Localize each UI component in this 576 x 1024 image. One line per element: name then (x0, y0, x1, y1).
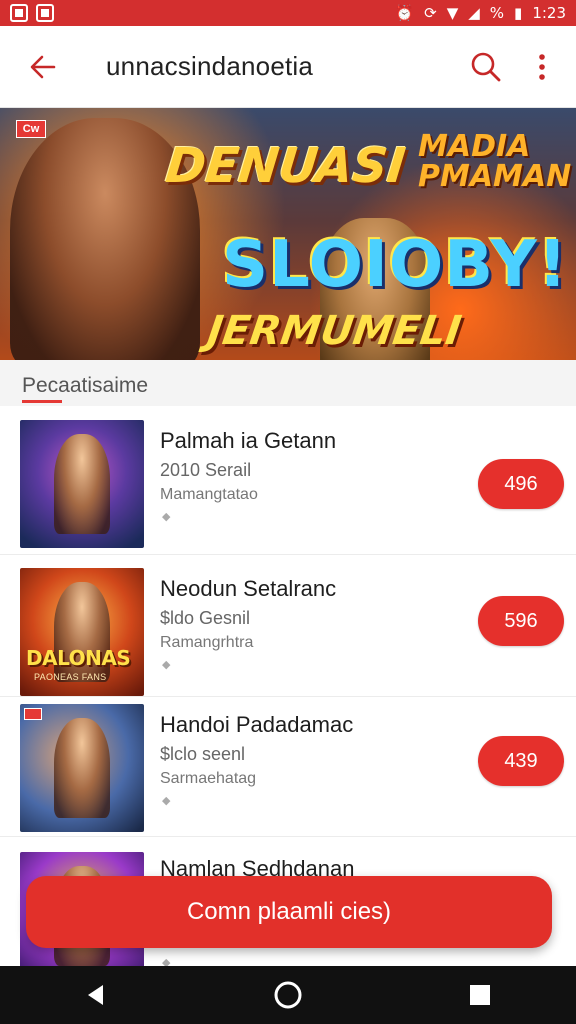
item-subtitle: 2010 Serail (160, 460, 252, 480)
banner-title-secondary-line2: PMAMAN (418, 159, 572, 194)
thumbnail-character (54, 434, 110, 534)
nav-back-button[interactable] (66, 970, 126, 1020)
status-left (10, 4, 54, 22)
arrow-left-icon (30, 55, 56, 78)
circle-home-icon (274, 981, 302, 1009)
triangle-back-icon (88, 985, 103, 1005)
app-notification-icon (36, 4, 54, 22)
overflow-menu-button[interactable] (514, 39, 570, 95)
battery-indicator: % (489, 4, 505, 22)
divider (0, 836, 576, 837)
price-button[interactable]: 496 (478, 459, 564, 509)
image-notification-icon (10, 4, 28, 22)
status-bar: ⏰ ⟳ ▼ ◢ % ▮ 1:23 (0, 0, 576, 26)
diamond-icon: ◆ (162, 957, 171, 966)
item-meta: Mamangtatao (160, 486, 258, 503)
section-header: Pecaatisaime (0, 360, 576, 406)
banner-title-primary: DENUASI (163, 138, 409, 194)
more-vert-icon (539, 53, 545, 80)
thumbnail-character (54, 718, 110, 818)
app-bar: unnacsindanoetia (0, 26, 576, 108)
back-button[interactable] (14, 38, 72, 96)
banner-logo-text: SLOIOBY! (222, 228, 569, 302)
primary-cta-button[interactable]: Comn plaamli cies) (26, 876, 552, 948)
item-meta: Ramangrhtra (160, 634, 254, 651)
diamond-icon: ◆ (162, 659, 171, 671)
banner-tagline: JERMUMELI (204, 308, 465, 354)
nav-home-button[interactable] (258, 970, 318, 1020)
nav-recents-button[interactable] (450, 970, 510, 1020)
thumbnail-caption: DALONAS (26, 646, 131, 670)
search-icon (471, 52, 501, 81)
item-meta: Sarmaehatag (160, 770, 257, 787)
system-nav-bar (0, 966, 576, 1024)
page-title: unnacsindanoetia (106, 51, 314, 81)
banner-badge: Cw (16, 120, 46, 138)
battery-icon: ▮ (514, 4, 523, 22)
search-button[interactable] (458, 39, 514, 95)
game-thumbnail (20, 420, 144, 548)
status-right: ⏰ ⟳ ▼ ◢ % ▮ 1:23 (395, 4, 566, 22)
signal-icon: ◢ (468, 4, 480, 22)
alarm-icon: ⏰ (395, 4, 415, 22)
section-underline (22, 400, 62, 403)
thumbnail-badge (24, 708, 42, 720)
game-thumbnail (20, 704, 144, 832)
list-item[interactable]: DALONAS PAONEAS FANS Neodun Setalranc $l… (0, 554, 576, 696)
banner-title-secondary: MADIA PMAMAN (418, 132, 571, 192)
square-recents-icon (470, 985, 490, 1005)
diamond-icon: ◆ (162, 795, 171, 807)
section-title: Pecaatisaime (22, 374, 149, 397)
item-subtitle: $lclo seenl (160, 744, 246, 764)
game-thumbnail: DALONAS PAONEAS FANS (20, 568, 144, 696)
list-item[interactable]: Handoi Padadamac $lclo seenl Sarmaehatag… (0, 690, 576, 832)
banner-title-secondary-line1: MADIA (418, 129, 531, 164)
wifi-icon: ▼ (446, 4, 459, 22)
item-subtitle: $ldo Gesnil (160, 608, 251, 628)
list-item[interactable]: Palmah ia Getann 2010 Serail Mamangtatao… (0, 406, 576, 548)
item-title: Palmah ia Getann (160, 428, 337, 453)
clock: 1:23 (532, 4, 566, 22)
sync-icon: ⟳ (424, 4, 437, 22)
price-button[interactable]: 439 (478, 736, 564, 786)
hero-banner[interactable]: Cw DENUASI MADIA PMAMAN SLOIOBY! JERMUME… (0, 108, 576, 360)
item-title: Handoi Padadamac (160, 712, 354, 737)
diamond-icon: ◆ (162, 511, 171, 523)
thumbnail-subcaption: PAONEAS FANS (34, 672, 107, 682)
item-title: Neodun Setalranc (160, 576, 337, 601)
price-button[interactable]: 596 (478, 596, 564, 646)
